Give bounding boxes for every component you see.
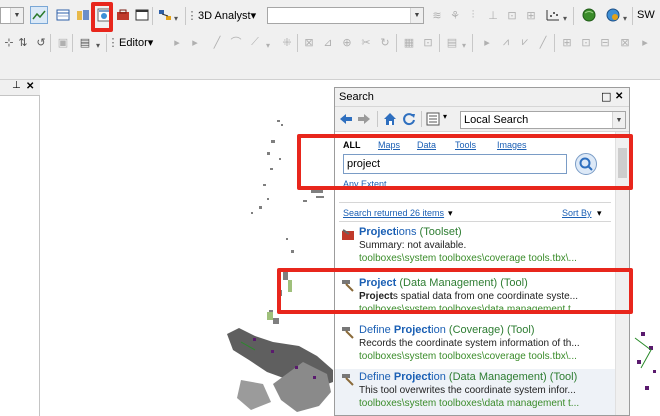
toolset-icon: [341, 228, 355, 241]
result-path: toolboxes\system toolboxes\coverage tool…: [359, 253, 577, 264]
hammer-icon: [341, 373, 355, 386]
home-icon[interactable]: [382, 111, 398, 127]
interpolate-line-icon[interactable]: ⊡: [503, 6, 521, 24]
interpolate-point-icon[interactable]: ⊥: [484, 6, 502, 24]
toolbar-row-2: ⊹ ⇅ ↺ ▣ ▤ ▾ ⋮ Editor▾ ▸ ▸ ╱ ⌒ ⟋ ▾ ⁜ ⊠ ⊿ …: [0, 31, 660, 55]
validate-icon[interactable]: ╱: [534, 33, 552, 51]
interpolate-polygon-icon[interactable]: ⊞: [522, 6, 540, 24]
split-icon[interactable]: ✂: [357, 33, 375, 51]
globe-dropdown-icon[interactable]: ▾: [621, 12, 629, 24]
search-window-titlebar[interactable]: Search □ ✕: [335, 88, 629, 107]
search-scope-value: Local Search: [464, 114, 529, 126]
result-description: Summary: not available.: [359, 240, 467, 251]
rotate-tool-icon[interactable]: ↻: [376, 33, 394, 51]
result-description: This tool overwrites the coordinate syst…: [359, 385, 576, 396]
forward-arrow-icon[interactable]: [357, 112, 371, 126]
hammer-icon: [341, 326, 355, 339]
topology-extra-icon[interactable]: ▸: [636, 33, 654, 51]
editor-menu[interactable]: Editor▾: [119, 36, 153, 49]
edit-annotation-icon[interactable]: ▸: [186, 33, 204, 51]
fix-topology-icon[interactable]: ⊡: [577, 33, 595, 51]
search-input-highlight: [297, 134, 633, 190]
result-title: Define Projection (Coverage) (Tool): [359, 324, 535, 336]
show-shared-icon[interactable]: ⊟: [596, 33, 614, 51]
catalog-icon[interactable]: [74, 6, 92, 24]
result-item[interactable]: Define Projection (Coverage) (Tool) Reco…: [335, 322, 615, 370]
analyst-menu-arrow: ▾: [250, 10, 257, 22]
search-options-icon[interactable]: [426, 112, 440, 126]
editor-menu-arrow: ▾: [147, 37, 154, 49]
scatter-dropdown-icon[interactable]: ▾: [561, 12, 569, 24]
line-of-sight-icon[interactable]: ⫶: [464, 6, 482, 24]
search-options-dropdown-icon[interactable]: ▾: [443, 112, 447, 121]
edit-vertices-icon[interactable]: ⊠: [300, 33, 318, 51]
search-toolbar: ▾ Local Search ▼: [335, 107, 629, 132]
scale-combo[interactable]: ▼: [0, 7, 24, 24]
search-button-highlight: [91, 2, 113, 32]
result-path: toolboxes\system toolboxes\data manageme…: [359, 398, 580, 409]
python-window-icon[interactable]: [133, 6, 151, 24]
table-of-contents-panel: ⊥ ✕: [0, 80, 40, 416]
drag-handle-icon[interactable]: ⋮: [187, 6, 198, 24]
sort-by-link[interactable]: Sort By: [562, 208, 592, 218]
topology-rule-icon[interactable]: ⩗: [516, 33, 534, 51]
search-scope-select[interactable]: Local Search ▼: [460, 111, 626, 129]
create-features-icon[interactable]: ▤: [443, 33, 461, 51]
result-title: Projections (Toolset): [359, 226, 462, 238]
endpoint-arc-icon[interactable]: ⌒: [227, 33, 245, 51]
zoom-layer-icon[interactable]: ▣: [54, 33, 72, 51]
back-arrow-icon[interactable]: [339, 112, 353, 126]
close-icon[interactable]: ✕: [615, 91, 623, 102]
globe-icon[interactable]: [580, 6, 598, 24]
result-item[interactable]: Projections (Toolset) Summary: not avail…: [335, 224, 615, 272]
graph-icon[interactable]: [30, 6, 48, 24]
result-description: Records the coordinate system informatio…: [359, 338, 580, 349]
topology-edit-icon[interactable]: ▸: [478, 33, 496, 51]
toc-header: ⊥ ✕: [0, 80, 40, 96]
pin-icon[interactable]: ⊥: [12, 80, 21, 91]
result-title: Define Projection (Data Management) (Too…: [359, 371, 578, 383]
sort-by-dropdown-icon[interactable]: ▾: [597, 208, 602, 219]
analyst-menu[interactable]: 3D Analyst▾: [198, 9, 256, 22]
project-result-highlight: [277, 268, 633, 314]
close-icon[interactable]: ✕: [26, 81, 34, 92]
editor-menu-label: Editor: [119, 37, 148, 49]
map-topology-icon[interactable]: ⩘: [497, 33, 515, 51]
edit-tool-icon[interactable]: ▸: [168, 33, 186, 51]
restore-icon[interactable]: □: [601, 90, 611, 103]
create-features-dropdown-icon[interactable]: ▾: [460, 39, 468, 51]
analyst-menu-label: 3D Analyst: [198, 10, 251, 22]
result-path: toolboxes\system toolboxes\coverage tool…: [359, 351, 577, 362]
trace-dropdown-icon[interactable]: ▾: [264, 39, 272, 51]
contour-icon[interactable]: ≋: [428, 6, 446, 24]
results-count-dropdown-icon[interactable]: ▾: [448, 208, 453, 219]
error-inspector-icon[interactable]: ⊞: [558, 33, 576, 51]
reshape-icon[interactable]: ⊿: [319, 33, 337, 51]
results-count[interactable]: Search returned 26 items: [343, 208, 444, 218]
row2-overflow-icon[interactable]: ▾: [94, 39, 102, 51]
topology-options-icon[interactable]: ⊠: [616, 33, 634, 51]
row2-drag-handle-icon[interactable]: ⋮: [108, 33, 119, 51]
toolbar-overflow-icon[interactable]: ▾: [172, 12, 180, 24]
refresh-icon[interactable]: [401, 111, 417, 127]
add-data-globe-icon[interactable]: [604, 6, 622, 24]
straight-segment-icon[interactable]: ╱: [208, 33, 226, 51]
flip-icon[interactable]: ⇅: [14, 33, 32, 51]
layer-combo[interactable]: ▼: [267, 7, 424, 24]
cut-polygons-icon[interactable]: ⊕: [338, 33, 356, 51]
steepest-path-icon[interactable]: ⚘: [446, 6, 464, 24]
sw-menu-label[interactable]: SW: [637, 9, 655, 21]
result-item[interactable]: Define Projection (Data Management) (Too…: [335, 369, 615, 415]
toolbox-icon[interactable]: [114, 6, 132, 24]
sketch-properties-icon[interactable]: ⊡: [419, 33, 437, 51]
rotate-icon[interactable]: ↺: [32, 33, 50, 51]
table-icon[interactable]: [54, 6, 72, 24]
attributes-icon[interactable]: ▦: [400, 33, 418, 51]
scatter-plot-icon[interactable]: [544, 6, 562, 24]
point-icon[interactable]: ⁜: [278, 33, 296, 51]
search-window-title: Search: [339, 91, 374, 103]
identify-icon[interactable]: ▤: [76, 33, 94, 51]
trace-icon[interactable]: ⟋: [246, 33, 264, 51]
